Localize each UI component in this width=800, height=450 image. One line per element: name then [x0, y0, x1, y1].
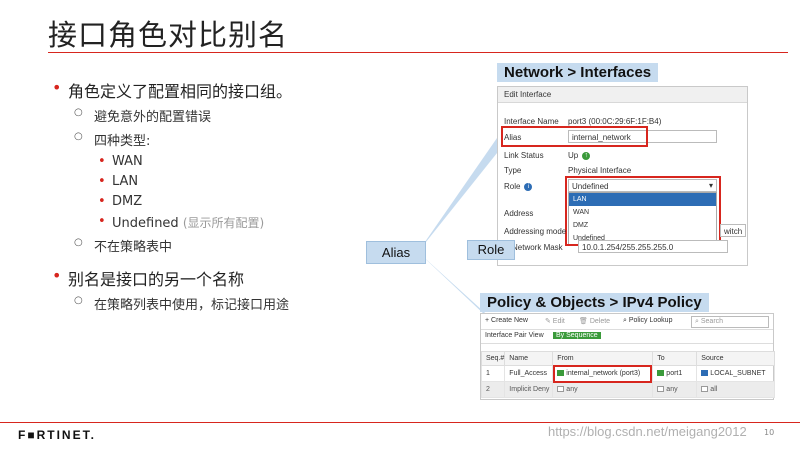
row1-name: Full_Access: [504, 365, 554, 382]
page-number: 10: [764, 428, 775, 437]
row2-from: any: [552, 381, 654, 398]
col-source[interactable]: Source: [696, 351, 775, 366]
ipv4-policy-panel: + Create New ✎ Edit 🗑 Delete ⌕ Policy Lo…: [480, 313, 775, 400]
type-label: Type: [504, 166, 522, 175]
footer-divider: [0, 422, 800, 423]
sub-bullet-alias-usage: 在策略列表中使用，标记接口用途: [72, 294, 472, 313]
edit-interface-title: Edit Interface: [498, 87, 747, 103]
create-new-button[interactable]: + Create New: [485, 317, 528, 324]
col-seq[interactable]: Seq.#: [480, 351, 506, 366]
table-row[interactable]: 2 Implicit Deny any any all: [480, 381, 775, 398]
policy-table: Seq.# Name From To Source 1 Full_Access …: [480, 351, 775, 398]
role-label: Role: [504, 182, 521, 191]
interface-icon: [657, 370, 665, 377]
search-input[interactable]: ⌕ Search: [691, 316, 769, 328]
row1-to-value: port1: [666, 370, 683, 377]
row1-source-value: LOCAL_SUBNET: [710, 370, 766, 377]
sub-bullet-four-types: 四种类型:: [72, 130, 472, 149]
slide-title: 接口角色对比别名: [48, 18, 289, 52]
row1-seq: 1: [480, 365, 506, 382]
search-input-icon: ⌕: [695, 318, 699, 325]
policy-toolbar: + Create New ✎ Edit 🗑 Delete ⌕ Policy Lo…: [481, 314, 773, 330]
row2-to: any: [652, 381, 698, 398]
type-undefined-note: (显示所有配置): [182, 216, 265, 230]
bullet-alias: 别名是接口的另一个名称: [52, 266, 472, 290]
row1-source: LOCAL_SUBNET: [696, 365, 775, 382]
link-status: Up ↑: [568, 151, 591, 160]
network-interfaces-label: Network > Interfaces: [497, 63, 659, 82]
link-up-icon: ↑: [582, 151, 591, 160]
role-label-wrap: Role i: [504, 182, 533, 191]
interface-pair-view-tab[interactable]: Interface Pair View: [485, 332, 544, 339]
row2-source: all: [696, 381, 775, 398]
edit-interface-panel: Edit Interface Interface Name port3 (00:…: [497, 86, 748, 266]
bullet-roles: 角色定义了配置相同的接口组。: [52, 78, 472, 102]
interface-icon: [657, 386, 665, 393]
addressing-mode-label: Addressing mode: [504, 227, 567, 236]
row2-to-value: any: [666, 386, 678, 393]
policy-lookup-button[interactable]: ⌕ Policy Lookup: [623, 317, 672, 325]
from-highlight: [553, 365, 653, 383]
policy-lookup-label: Policy Lookup: [628, 317, 673, 324]
info-icon: i: [524, 182, 533, 191]
col-to[interactable]: To: [652, 351, 698, 366]
role-highlight: [565, 176, 721, 246]
netmask-input[interactable]: 10.0.1.254/255.255.255.0: [578, 240, 728, 253]
type-lan: LAN: [98, 174, 472, 189]
alias-callout: Alias: [366, 241, 426, 264]
alias-highlight: [501, 126, 648, 147]
delete-button[interactable]: 🗑 Delete: [579, 317, 610, 325]
table-row[interactable]: 1 Full_Access internal_network (port3) p…: [480, 365, 775, 383]
address-icon: [701, 386, 709, 393]
link-status-value: Up: [568, 151, 579, 160]
link-status-label: Link Status: [504, 151, 544, 160]
row2-source-value: all: [710, 386, 718, 393]
type-undefined: Undefined (显示所有配置): [98, 214, 472, 231]
type-value: Physical Interface: [568, 166, 632, 175]
col-name[interactable]: Name: [504, 351, 554, 366]
type-undefined-label: Undefined: [112, 216, 179, 231]
fortinet-logo: F■RTINET.: [18, 428, 96, 442]
by-sequence-tab[interactable]: By Sequence: [553, 332, 601, 339]
row1-to: port1: [652, 365, 698, 382]
view-toggle: Interface Pair View By Sequence: [481, 330, 773, 344]
address-icon: [701, 370, 709, 377]
type-wan: WAN: [98, 154, 472, 169]
search-icon: ⌕: [623, 317, 627, 324]
title-divider: [48, 52, 788, 53]
edit-button[interactable]: ✎ Edit: [545, 317, 565, 325]
row2-name: Implicit Deny: [504, 381, 554, 398]
interface-name-value: port3 (00:0C:29:6F:1F:B4): [568, 117, 662, 126]
search-placeholder: Search: [700, 318, 724, 325]
col-from[interactable]: From: [552, 351, 654, 366]
table-header-row: Seq.# Name From To Source: [480, 351, 775, 366]
role-callout: Role: [467, 240, 515, 260]
row1-from: internal_network (port3): [552, 365, 654, 383]
row2-seq: 2: [480, 381, 506, 398]
interface-icon: [557, 386, 565, 393]
type-dmz: DMZ: [98, 194, 472, 209]
netmask-label: Network Mask: [512, 243, 563, 252]
row2-from-value: any: [566, 386, 578, 393]
interface-name-label: Interface Name: [504, 117, 559, 126]
watermark: https://blog.csdn.net/meigang2012: [548, 424, 747, 439]
sub-bullet-avoid-errors: 避免意外的配置错误: [72, 106, 472, 125]
switch-button[interactable]: witch: [720, 224, 746, 237]
bullet-list: 角色定义了配置相同的接口组。 避免意外的配置错误 四种类型: WAN LAN D…: [52, 78, 472, 318]
policy-objects-label: Policy & Objects > IPv4 Policy: [480, 293, 709, 312]
address-label: Address: [504, 209, 534, 218]
